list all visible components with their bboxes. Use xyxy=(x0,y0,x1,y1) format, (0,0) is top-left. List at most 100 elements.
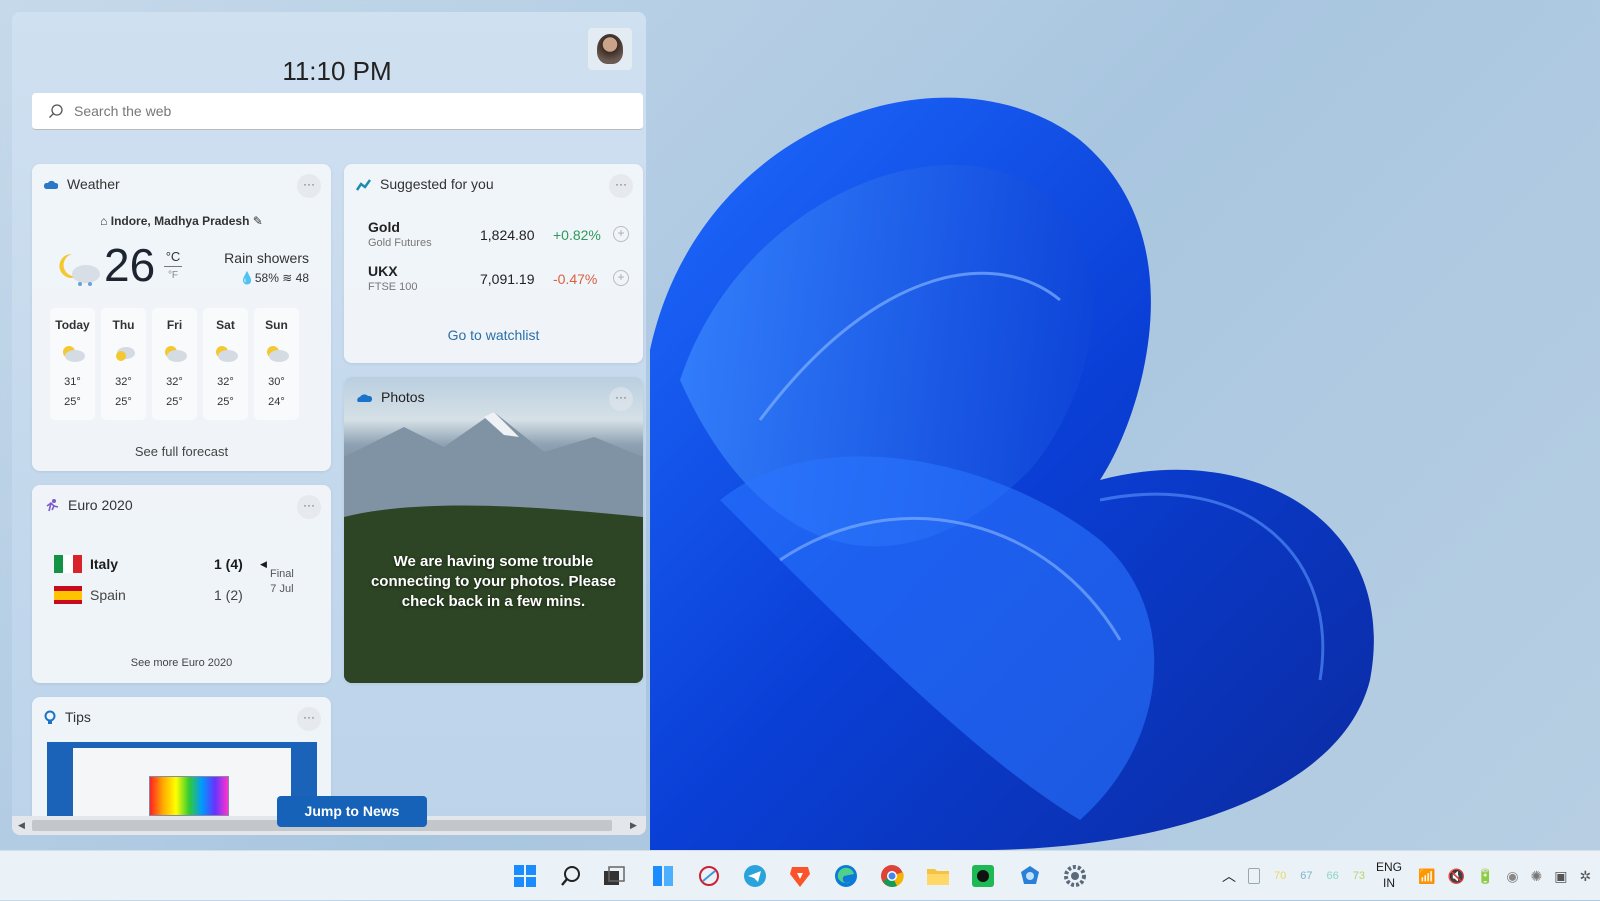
app-icon[interactable] xyxy=(1017,863,1043,889)
spain-flag-icon xyxy=(54,586,82,604)
stock-change: +0.82% xyxy=(553,227,601,243)
stock-row[interactable]: Gold Gold Futures 1,824.80 +0.82% + xyxy=(368,219,629,249)
tray-app-icon[interactable] xyxy=(1248,868,1260,884)
forecast-high: 32° xyxy=(166,376,183,388)
tray-window-icon[interactable]: ▣ xyxy=(1554,868,1567,885)
winner-indicator-icon: ◀ xyxy=(260,558,267,569)
forecast-day[interactable]: Sat 32° 25° xyxy=(203,308,248,420)
scroll-right-icon[interactable]: ▶ xyxy=(630,820,637,831)
go-to-watchlist-link[interactable]: Go to watchlist xyxy=(344,327,643,343)
italy-flag-icon xyxy=(54,555,82,573)
team-row: Spain 1 (2) xyxy=(54,586,264,604)
stock-row[interactable]: UKX FTSE 100 7,091.19 -0.47% + xyxy=(368,263,629,293)
unit-celsius[interactable]: °C xyxy=(166,249,181,264)
forecast-low: 25° xyxy=(166,396,183,408)
tray-temperature-value[interactable]: 73 xyxy=(1353,870,1365,882)
stocks-card[interactable]: Suggested for you ··· Gold Gold Futures 1,… xyxy=(344,164,643,363)
euro-more-button[interactable]: ··· xyxy=(297,495,321,519)
tray-temperature-value[interactable]: 66 xyxy=(1327,870,1339,882)
weather-cloud-icon xyxy=(44,178,58,190)
home-icon: ⌂ xyxy=(100,214,111,228)
add-to-watchlist-button[interactable]: + xyxy=(613,270,629,286)
photos-more-button[interactable]: ··· xyxy=(609,387,633,411)
air-quality: 48 xyxy=(295,271,309,285)
weather-card[interactable]: Weather ··· ⌂ Indore, Madhya Pradesh ✎ 2… xyxy=(32,164,331,471)
telegram-icon[interactable] xyxy=(742,863,768,889)
forecast-high: 32° xyxy=(217,376,234,388)
show-hidden-icons-chevron-icon[interactable]: ︿ xyxy=(1222,866,1236,886)
volume-muted-icon[interactable]: 🔇 xyxy=(1447,868,1464,885)
widgets-icon[interactable] xyxy=(650,863,676,889)
tips-more-button[interactable]: ··· xyxy=(297,707,321,731)
team-name: Spain xyxy=(90,587,126,603)
photos-card[interactable]: Photos ··· We are having some trouble co… xyxy=(344,377,643,683)
wifi-icon[interactable]: 📶 xyxy=(1418,868,1435,885)
team-row: Italy 1 (4) ◀ xyxy=(54,555,267,573)
mountain-photo xyxy=(344,377,643,683)
rain-showers-icon xyxy=(203,338,248,370)
battery-charging-icon[interactable]: 🔋 xyxy=(1477,868,1494,885)
see-more-euro-link[interactable]: See more Euro 2020 xyxy=(32,657,331,669)
rain-showers-icon xyxy=(152,338,197,370)
match-status: Final xyxy=(270,568,294,580)
forecast-high: 30° xyxy=(268,376,285,388)
tray-eye-icon[interactable]: ◉ xyxy=(1506,868,1518,885)
search-icon xyxy=(49,104,63,118)
see-full-forecast-link[interactable]: See full forecast xyxy=(32,444,331,459)
tray-temperature-value[interactable]: 70 xyxy=(1274,870,1286,882)
forecast-day-name: Sun xyxy=(265,318,288,332)
team-name: Italy xyxy=(90,556,119,572)
onedrive-cloud-icon xyxy=(356,392,372,403)
user-avatar[interactable] xyxy=(588,28,632,70)
widgets-panel: 11:10 PM Search the web Weather ··· ⌂ In… xyxy=(12,12,646,835)
team-score: 1 (2) xyxy=(214,587,243,603)
current-temperature: 26 xyxy=(104,239,156,291)
unit-fahrenheit[interactable]: °F xyxy=(164,266,182,285)
forecast-day[interactable]: Today 31° 25° xyxy=(50,308,95,420)
rain-showers-icon xyxy=(59,253,100,286)
file-explorer-icon[interactable] xyxy=(925,863,951,889)
task-view-icon[interactable] xyxy=(601,863,627,889)
language-code: ENG xyxy=(1376,860,1403,874)
snipping-app-icon[interactable] xyxy=(696,863,722,889)
spotify-icon[interactable] xyxy=(970,863,996,889)
edit-location-icon[interactable]: ✎ xyxy=(253,214,263,228)
settings-icon[interactable] xyxy=(1062,863,1088,889)
start-icon[interactable] xyxy=(512,863,538,889)
stocks-chart-icon xyxy=(356,178,371,191)
precipitation: 58% xyxy=(254,271,279,285)
tray-gear-icon[interactable]: ✺ xyxy=(1531,868,1543,885)
forecast-high: 31° xyxy=(64,376,81,388)
forecast-day[interactable]: Fri 32° 25° xyxy=(152,308,197,420)
forecast-day[interactable]: Sun 30° 24° xyxy=(254,308,299,420)
euro-card[interactable]: Euro 2020 ··· Italy 1 (4) ◀ Spain 1 (2) Fin… xyxy=(32,485,331,683)
stocks-more-button[interactable]: ··· xyxy=(609,174,633,198)
precipitation-icon: 💧 xyxy=(239,271,255,285)
photos-error-message: We are having some trouble connecting to… xyxy=(370,553,617,610)
tips-title: Tips xyxy=(65,709,91,725)
forecast-day-name: Thu xyxy=(112,318,135,332)
forecast-day[interactable]: Thu 32° 25° xyxy=(101,308,146,420)
scroll-left-icon[interactable]: ◀ xyxy=(18,820,25,831)
chrome-icon[interactable] xyxy=(879,863,905,889)
weather-more-button[interactable]: ··· xyxy=(297,174,321,198)
running-sport-icon xyxy=(44,498,59,513)
add-to-watchlist-button[interactable]: + xyxy=(613,226,629,242)
forecast-low: 25° xyxy=(217,396,234,408)
search-icon[interactable] xyxy=(558,863,584,889)
edge-icon[interactable] xyxy=(833,863,859,889)
jump-to-news-button[interactable]: Jump to News xyxy=(277,796,427,827)
language-indicator[interactable]: ENG IN xyxy=(1376,859,1402,891)
tray-controller-icon[interactable]: ✲ xyxy=(1580,868,1592,885)
brave-icon[interactable] xyxy=(787,863,813,889)
forecast-low: 25° xyxy=(64,396,81,408)
tray-temperature-value[interactable]: 67 xyxy=(1300,870,1312,882)
status-icons: 📶 🔇 🔋 ◉ ✺ ▣ ✲ xyxy=(1418,851,1591,901)
forecast-list: Today 31° 25° Thu 32° 25° Fri 32° 25° Sat 32° 25… xyxy=(50,308,299,420)
forecast-low: 24° xyxy=(268,396,285,408)
search-web-input[interactable]: Search the web xyxy=(32,93,643,130)
region-code: IN xyxy=(1383,876,1395,890)
match-date: 7 Jul xyxy=(270,583,294,595)
photos-title: Photos xyxy=(381,389,425,405)
weather-condition: Rain showers xyxy=(224,250,309,266)
